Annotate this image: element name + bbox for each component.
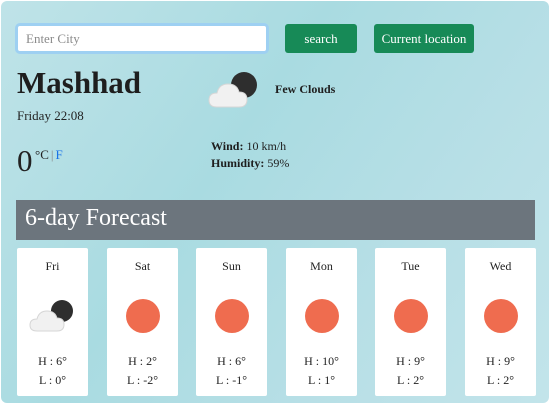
forecast-card: Fri H : 6° L : 0° bbox=[17, 248, 88, 396]
sun-icon bbox=[214, 299, 249, 333]
unit-celsius[interactable]: °C bbox=[35, 147, 49, 162]
forecast-high: H : 9° bbox=[396, 354, 425, 368]
cloud-moon-icon bbox=[208, 72, 257, 108]
search-button[interactable]: search bbox=[285, 24, 357, 53]
forecast-day: Sat bbox=[134, 259, 151, 273]
forecast-low: L : -1° bbox=[215, 373, 247, 387]
wind-value: 10 km/h bbox=[246, 139, 287, 153]
forecast-high: H : 6° bbox=[38, 354, 67, 368]
forecast-high: H : 9° bbox=[486, 354, 515, 368]
forecast-low: L : 1° bbox=[307, 373, 336, 387]
forecast-high: H : 2° bbox=[128, 354, 157, 368]
wind-info: Wind: 10 km/h bbox=[211, 139, 286, 154]
sun-icon bbox=[125, 299, 160, 333]
sun-icon bbox=[483, 299, 518, 333]
forecast-card: Sat H : 2° L : -2° bbox=[107, 248, 178, 396]
humidity-value: 59% bbox=[267, 156, 290, 170]
forecast-high: H : 6° bbox=[217, 354, 246, 368]
forecast-day: Tue bbox=[401, 259, 420, 273]
cloud-moon-icon bbox=[28, 300, 73, 332]
forecast-card: Mon H : 10° L : 1° bbox=[286, 248, 357, 396]
forecast-cards: Fri H : 6° L : 0° Sat H : 2° L : -2° Sun… bbox=[17, 248, 537, 396]
sun-icon bbox=[304, 299, 339, 333]
forecast-day: Wed bbox=[489, 259, 512, 273]
forecast-low: L : 2° bbox=[486, 373, 515, 387]
forecast-day: Fri bbox=[45, 259, 60, 273]
forecast-low: L : -2° bbox=[126, 373, 158, 387]
forecast-high: H : 10° bbox=[304, 354, 339, 368]
unit-separator: | bbox=[50, 147, 54, 162]
city-name: Mashhad bbox=[17, 65, 142, 100]
forecast-card: Tue H : 9° L : 2° bbox=[375, 248, 446, 396]
humidity-label: Humidity: bbox=[211, 156, 265, 170]
city-search-input[interactable] bbox=[15, 23, 269, 54]
wind-label: Wind: bbox=[211, 139, 244, 153]
weather-description: Few Clouds bbox=[275, 82, 336, 96]
forecast-card: Sun H : 6° L : -1° bbox=[196, 248, 267, 396]
forecast-card: Wed H : 9° L : 2° bbox=[465, 248, 536, 396]
unit-toggle: °C | F bbox=[35, 147, 63, 163]
current-temperature: 0 bbox=[17, 143, 33, 178]
forecast-day: Mon bbox=[310, 259, 333, 273]
date-time: Friday 22:08 bbox=[17, 108, 84, 123]
weather-app: search Current location Mashhad Friday 2… bbox=[1, 1, 549, 403]
forecast-header: 6-day Forecast bbox=[16, 200, 535, 240]
humidity-info: Humidity: 59% bbox=[211, 156, 289, 171]
forecast-low: L : 2° bbox=[396, 373, 425, 387]
sun-icon bbox=[393, 299, 428, 333]
unit-fahrenheit-link[interactable]: F bbox=[55, 147, 62, 162]
forecast-low: L : 0° bbox=[38, 373, 67, 387]
current-location-button[interactable]: Current location bbox=[374, 24, 474, 53]
forecast-day: Sun bbox=[222, 259, 241, 273]
